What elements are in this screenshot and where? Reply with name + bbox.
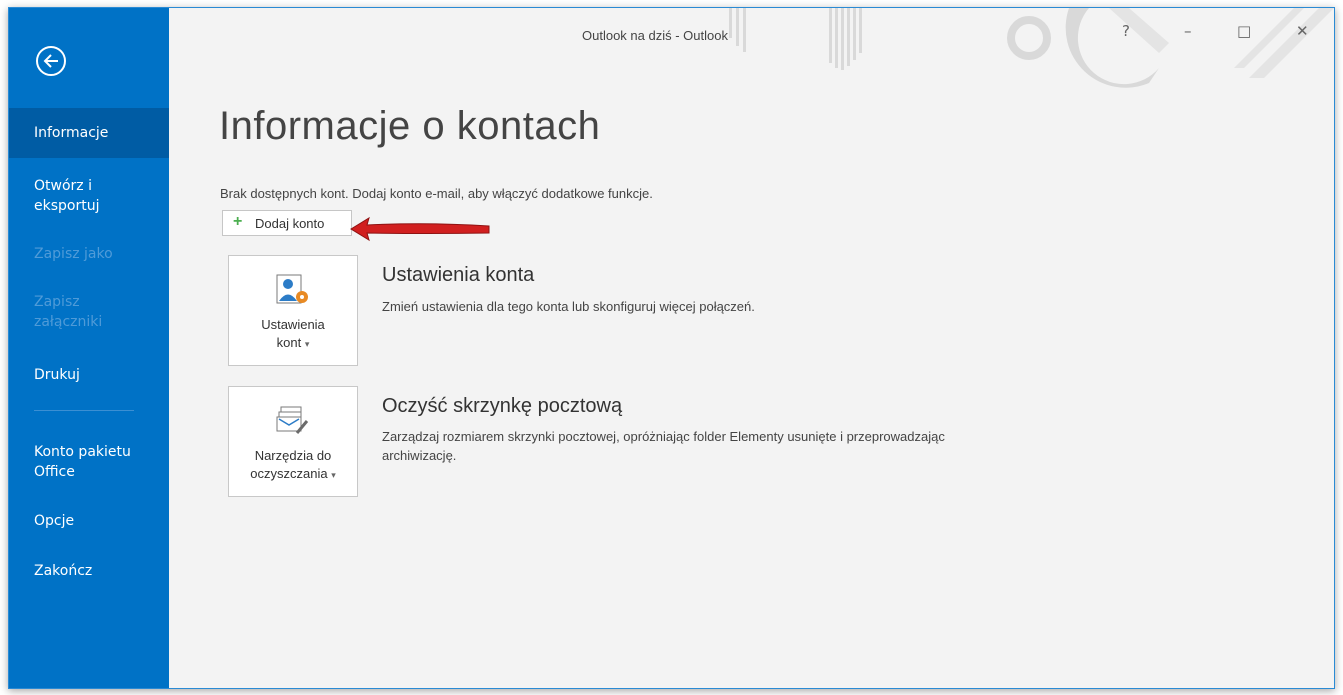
page-title: Informacje o kontach [219, 104, 601, 148]
close-button[interactable]: ✕ [1296, 22, 1309, 40]
account-settings-title: Ustawienia konta [382, 264, 535, 286]
cleanup-mailbox-description: Zarządzaj rozmiarem skrzynki pocztowej, … [382, 429, 945, 463]
sidebar-item-informacje[interactable]: Informacje [9, 108, 169, 158]
account-settings-description: Zmień ustawienia dla tego konta lub skon… [382, 299, 755, 314]
account-settings-tile-label: Ustawienia [261, 317, 325, 332]
sidebar-item-opcje[interactable]: Opcje [9, 511, 169, 531]
outlook-window: Informacje Otwórz i eksportuj Zapisz jak… [8, 7, 1335, 689]
account-settings-tile-label2: kont ▾ [276, 335, 310, 350]
back-button[interactable] [36, 46, 66, 76]
minimize-button[interactable]: – [1184, 22, 1192, 40]
mailbox-cleanup-icon [276, 406, 309, 434]
cleanup-tools-tile-label2: oczyszczania ▾ [250, 466, 336, 481]
help-button[interactable]: ? [1122, 22, 1130, 40]
account-settings-icon [276, 274, 308, 304]
backstage-sidebar: Informacje Otwórz i eksportuj Zapisz jak… [9, 8, 169, 688]
sidebar-item-zapisz-jako: Zapisz jako [34, 246, 113, 262]
no-accounts-info: Brak dostępnych kont. Dodaj konto e-mail… [220, 186, 653, 201]
sidebar-item-otworz-eksportuj[interactable]: Otwórz i eksportuj [9, 176, 149, 216]
sidebar-item-zapisz-zalaczniki: Zapisz załączniki [34, 294, 103, 330]
maximize-button[interactable]: □ [1237, 22, 1251, 40]
back-arrow-icon [43, 54, 58, 68]
add-account-button[interactable]: + Dodaj konto [222, 210, 352, 236]
cleanup-tools-tile-label: Narzędzia do [254, 448, 332, 463]
sidebar-divider [34, 410, 134, 411]
sidebar-item-drukuj[interactable]: Drukuj [9, 365, 169, 385]
sidebar-item-konto-pakietu-office[interactable]: Konto pakietu Office [9, 442, 149, 482]
cleanup-tools-tile[interactable]: Narzędzia do oczyszczania ▾ [228, 386, 358, 497]
annotation-arrow-icon [350, 216, 490, 242]
cleanup-mailbox-title: Oczyść skrzynkę pocztową [382, 395, 623, 417]
dropdown-caret-icon: ▾ [331, 470, 336, 480]
plus-icon: + [233, 213, 243, 230]
decorative-background-graphic [729, 8, 1334, 88]
sidebar-item-zakoncz[interactable]: Zakończ [9, 561, 169, 581]
account-settings-tile[interactable]: Ustawienia kont ▾ [228, 255, 358, 366]
window-title: Outlook na dziś - Outlook [582, 28, 728, 43]
dropdown-caret-icon: ▾ [304, 339, 310, 349]
